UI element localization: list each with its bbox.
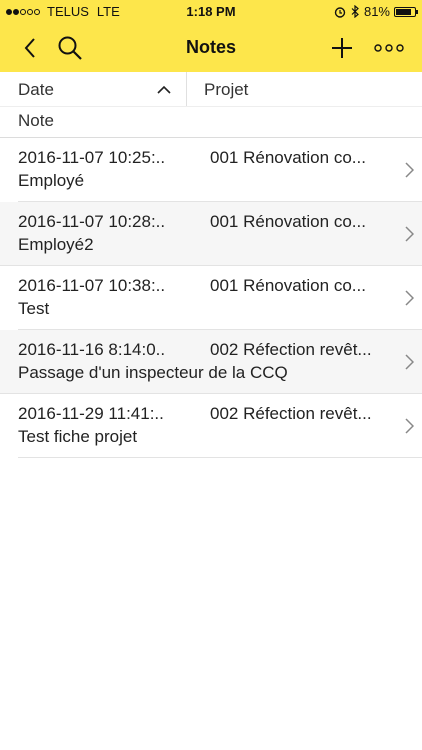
item-projet: 002 Réfection revêt... [210,404,372,423]
item-note: Test fiche projet [18,427,138,446]
item-date: 2016-11-07 10:28:.. [18,212,166,231]
status-right: 81% [334,4,418,19]
notes-list: 2016-11-07 10:25:.. 001 Rénovation co...… [0,138,422,458]
list-item[interactable]: 2016-11-07 10:28:.. 001 Rénovation co...… [0,202,422,266]
item-note: Test [18,299,50,318]
item-note: Employé2 [18,235,94,254]
header: TELUS LTE 1:18 PM 81% Notes [0,0,422,72]
item-projet: 001 Rénovation co... [210,276,366,295]
chevron-right-icon [405,162,414,178]
bluetooth-icon [351,5,359,18]
column-header-date[interactable]: Date [18,80,54,100]
chevron-right-icon [405,290,414,306]
plus-icon [332,38,352,58]
item-note: Passage d'un inspecteur de la CCQ [18,363,288,382]
navigation-bar: Notes [0,24,422,72]
column-divider [186,72,187,106]
more-options-button[interactable] [372,34,406,62]
item-date: 2016-11-07 10:25:.. [18,148,166,167]
column-header-note[interactable]: Note [18,111,54,131]
list-item[interactable]: 2016-11-07 10:25:.. 001 Rénovation co...… [18,138,422,202]
battery-percent: 81% [363,4,390,19]
item-projet: 001 Rénovation co... [210,148,366,167]
item-date: 2016-11-16 8:14:0.. [18,340,166,359]
column-headers: Date Projet Note [0,72,422,138]
column-header-row-2: Note [0,107,422,137]
add-button[interactable] [328,34,356,62]
column-header-row: Date Projet [0,72,422,107]
chevron-right-icon [405,226,414,242]
item-date: 2016-11-29 11:41:.. [18,404,164,423]
item-date: 2016-11-07 10:38:.. [18,276,166,295]
list-item[interactable]: 2016-11-16 8:14:0.. 002 Réfection revêt.… [0,330,422,394]
sort-ascending-icon[interactable] [156,82,172,100]
column-header-projet[interactable]: Projet [204,80,248,100]
chevron-right-icon [405,354,414,370]
item-projet: 001 Rénovation co... [210,212,366,231]
list-item[interactable]: 2016-11-07 10:38:.. 001 Rénovation co...… [18,266,422,330]
list-item[interactable]: 2016-11-29 11:41:.. 002 Réfection revêt.… [18,394,422,458]
item-projet: 002 Réfection revêt... [210,340,372,359]
chevron-right-icon [405,418,414,434]
battery-icon [394,6,418,17]
more-icon [374,44,404,52]
alarm-icon [334,6,346,18]
status-bar: TELUS LTE 1:18 PM 81% [0,0,422,24]
page-title: Notes [185,37,236,57]
item-note: Employé [18,171,85,190]
